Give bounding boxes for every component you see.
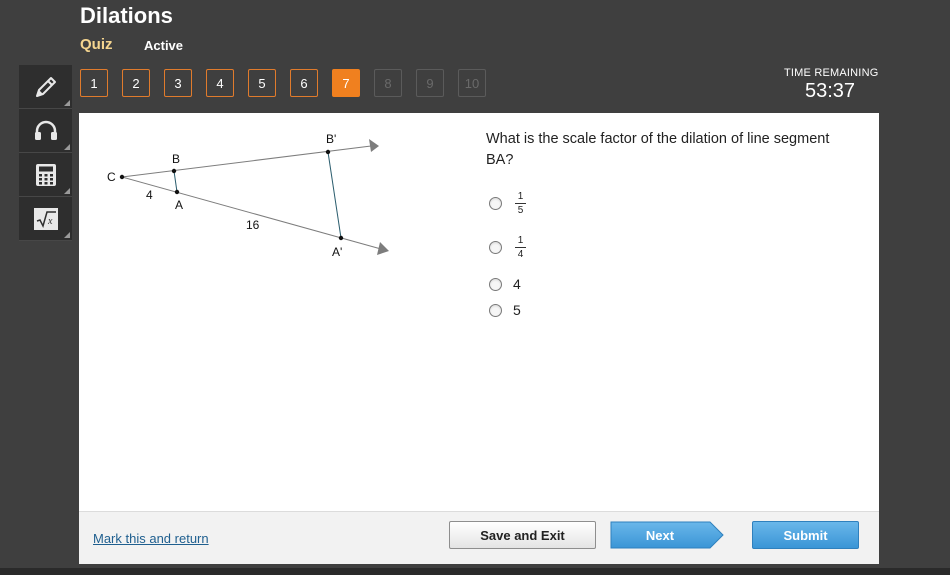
pencil-tool-button[interactable]	[19, 65, 72, 109]
calculator-tool-button[interactable]	[19, 153, 72, 197]
radio-button[interactable]	[489, 197, 502, 210]
length-ca: 4	[146, 188, 153, 202]
label-a: A	[175, 198, 183, 212]
label-c: C	[107, 170, 116, 184]
question-button-2[interactable]: 2	[122, 69, 150, 97]
numerator: 1	[517, 235, 524, 246]
question-panel: C B A B' A' 4 16 What is the scale facto…	[79, 113, 879, 564]
audio-tool-button[interactable]	[19, 109, 72, 153]
svg-text:x: x	[47, 216, 53, 227]
point-b	[171, 168, 177, 174]
label-b-prime: B'	[326, 132, 336, 146]
next-button-label: Next	[645, 527, 675, 543]
bottom-bar	[0, 568, 950, 575]
footer-bar: Mark this and return Save and Exit Next …	[79, 511, 879, 564]
option-5[interactable]: 5	[489, 302, 521, 318]
question-text: What is the scale factor of the dilation…	[486, 131, 830, 168]
fraction-bar	[515, 247, 526, 248]
question-button-7[interactable]: 7	[332, 69, 360, 97]
status-label: Active	[144, 38, 184, 53]
pencil-icon	[35, 76, 56, 97]
next-button[interactable]: Next	[610, 521, 724, 549]
label-a-prime: A'	[332, 245, 342, 259]
expand-corner-icon	[64, 232, 70, 238]
label-b: B	[172, 152, 180, 166]
question-button-8: 8	[374, 69, 402, 97]
segment-ba	[173, 170, 178, 193]
radio-button[interactable]	[489, 303, 502, 317]
submit-button[interactable]: Submit	[752, 521, 859, 549]
segment-b-prime-a-prime	[327, 151, 342, 239]
question-button-10: 10	[458, 69, 486, 97]
point-b-prime	[325, 149, 331, 155]
question-nav: 1 2 3 4 5 6 7 8 9 10	[80, 69, 500, 97]
length-a-a-prime: 16	[246, 218, 260, 232]
fraction: 1 4	[515, 235, 526, 260]
dilation-diagram: C B A B' A' 4 16	[107, 132, 389, 259]
denominator: 5	[517, 205, 524, 216]
save-and-exit-button[interactable]: Save and Exit	[449, 521, 596, 549]
ray-lower	[121, 176, 389, 255]
question-button-4[interactable]: 4	[206, 69, 234, 97]
fraction: 1 5	[515, 191, 526, 216]
question-button-9: 9	[416, 69, 444, 97]
question-button-5[interactable]: 5	[248, 69, 276, 97]
timer-value: 53:37	[805, 80, 856, 102]
question-button-3[interactable]: 3	[164, 69, 192, 97]
point-a-prime	[338, 235, 344, 241]
page-title: Dilations	[80, 3, 173, 28]
radio-button[interactable]	[489, 241, 502, 254]
square-root-icon: x	[33, 207, 58, 230]
question-button-6[interactable]: 6	[290, 69, 318, 97]
fraction-bar	[515, 203, 526, 204]
question-button-1[interactable]: 1	[80, 69, 108, 97]
option-label: 4	[513, 276, 521, 292]
expand-corner-icon	[64, 144, 70, 150]
expand-corner-icon	[64, 100, 70, 106]
point-a	[174, 189, 180, 195]
option-one-fifth[interactable]: 1 5	[489, 191, 526, 216]
expand-corner-icon	[64, 188, 70, 194]
calculator-icon	[35, 163, 56, 186]
option-4[interactable]: 4	[489, 276, 521, 292]
ray-upper	[121, 139, 379, 178]
option-label: 5	[513, 302, 521, 318]
point-c	[119, 174, 125, 180]
numerator: 1	[517, 191, 524, 202]
denominator: 4	[517, 249, 524, 260]
headphones-icon	[34, 120, 57, 140]
formula-tool-button[interactable]: x	[19, 197, 72, 241]
option-one-fourth[interactable]: 1 4	[489, 235, 526, 260]
mode-label: Quiz	[80, 36, 113, 53]
radio-button[interactable]	[489, 277, 502, 291]
mark-and-return-link[interactable]: Mark this and return	[93, 531, 209, 546]
timer-label: TIME REMAINING	[784, 67, 879, 79]
tool-sidebar: x	[19, 65, 72, 241]
